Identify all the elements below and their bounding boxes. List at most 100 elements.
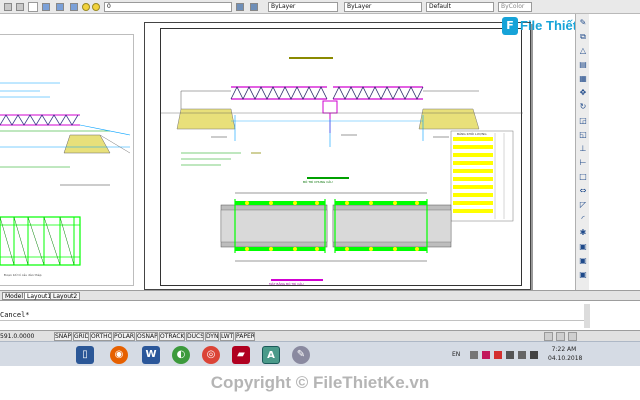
autocad-window: 0 ByLayer ByLayer Default ByColor Đoạn b… [0, 0, 640, 400]
left-embankment [0, 134, 131, 154]
layer-previous-icon[interactable] [42, 3, 50, 11]
left-truss [0, 114, 131, 136]
linetype-value: ByLayer [347, 3, 372, 10]
layer-tool-3-icon[interactable]: ▣ [578, 270, 588, 280]
system-clock[interactable]: 7:22 AM 04.10.2018 [548, 345, 582, 363]
left-sheet: Đoạn bố trí cầu dàn thép [0, 34, 134, 286]
grid-toggle[interactable]: GRID [73, 332, 89, 341]
offset-icon[interactable]: ▤ [578, 60, 588, 70]
dyn-toggle[interactable]: DYN [205, 332, 219, 341]
copy-icon[interactable]: ⧉ [578, 32, 588, 42]
color-value: ByLayer [271, 3, 296, 10]
layer-freeze-icon[interactable] [92, 3, 100, 11]
main-drawing [161, 57, 523, 281]
left-abutment [176, 90, 236, 130]
properties-toolbar: 0 ByLayer ByLayer Default ByColor [0, 0, 640, 14]
make-object-layer-icon[interactable] [236, 3, 244, 11]
color-dropdown[interactable]: ByLayer [268, 2, 338, 12]
lineweight-value: Default [429, 3, 451, 10]
layer-previous-2-icon[interactable] [250, 3, 258, 11]
drawing-frame: BỐ TRÍ CHUNG CẦU BẢNG KHỐI LƯỢNG MẶT BẰN… [160, 28, 523, 286]
stretch-icon[interactable]: ◱ [578, 130, 588, 140]
layer-dropdown[interactable]: 0 [104, 2, 232, 12]
tray-settings-icon[interactable] [556, 332, 565, 341]
left-sheet-drawing [0, 82, 131, 266]
make-current-icon[interactable] [56, 3, 64, 11]
array-icon[interactable]: ▦ [578, 74, 588, 84]
explode-icon[interactable]: ✱ [578, 228, 588, 238]
lineweight-dropdown[interactable]: Default [426, 2, 494, 12]
plan-view [220, 192, 452, 262]
trim-icon[interactable]: ⊥ [578, 144, 588, 154]
command-scrollbar[interactable] [584, 304, 590, 328]
chrome-icon[interactable]: ◎ [202, 346, 220, 364]
status-bar: 591.0.0000 SNAP GRID ORTHO POLAR OSNAP O… [0, 330, 640, 341]
tray-up-icon[interactable] [470, 351, 478, 359]
move-icon[interactable]: ✥ [578, 88, 588, 98]
osnap-toggle[interactable]: OSNAP [136, 332, 158, 341]
clean-screen-icon[interactable] [568, 332, 577, 341]
copyright-text: Copyright © FileThietKe.vn [210, 373, 430, 392]
drawing-canvas[interactable]: Đoạn bố trí cầu dàn thép BỐ TRÍ CHUNG CẦ… [0, 14, 575, 290]
paint-app-icon[interactable]: ✎ [292, 346, 310, 364]
scale-icon[interactable]: ◲ [578, 116, 588, 126]
tab-model[interactable]: Model [2, 292, 27, 300]
word-icon[interactable]: W [142, 346, 160, 364]
linetype-dropdown[interactable]: ByLayer [344, 2, 422, 12]
logo-text: File Thiết Kế.vn [520, 18, 575, 33]
left-plan-view [0, 216, 81, 266]
volume-icon[interactable] [530, 351, 538, 359]
table-note: BẢNG KHỐI LƯỢNG [457, 132, 487, 136]
otrack-toggle[interactable]: OTRACK [159, 332, 185, 341]
battery-icon[interactable] [518, 351, 526, 359]
command-input[interactable] [0, 320, 584, 329]
firefox-icon[interactable]: ◉ [110, 346, 128, 364]
tray-v-icon[interactable] [482, 351, 490, 359]
layout-tabs: Model Layout1 Layout2 [0, 290, 640, 300]
layer-toggle-field[interactable] [28, 2, 38, 12]
paper-toggle[interactable]: PAPER [235, 332, 255, 341]
left-sheet-note: Đoạn bố trí cầu dàn thép [4, 273, 42, 277]
network-icon[interactable] [506, 351, 514, 359]
quantity-table [450, 130, 514, 222]
lock-icon[interactable] [544, 332, 553, 341]
plotstyle-dropdown[interactable]: ByColor [498, 2, 532, 12]
mirror-icon[interactable]: △ [578, 46, 588, 56]
layer-tool-2-icon[interactable]: ▣ [578, 256, 588, 266]
erase-icon[interactable]: ✎ [578, 18, 588, 28]
right-blank-strip [589, 14, 640, 290]
layer-tool-1-icon[interactable]: ▣ [578, 242, 588, 252]
layer-manager-icon[interactable] [16, 3, 24, 11]
media-app-icon[interactable]: ▰ [232, 346, 250, 364]
footer: Copyright © FileThietKe.vn [0, 366, 640, 400]
rotate-icon[interactable]: ↻ [578, 102, 588, 112]
autocad-task-icon[interactable]: A [262, 346, 280, 364]
bottom-title: MẶT BẰNG BỐ TRÍ CẦU [269, 282, 304, 286]
clock-time: 7:22 AM [551, 346, 577, 353]
layer-value: 0 [107, 3, 111, 10]
bottom-title-bar [271, 279, 323, 281]
left-dimension-lines [0, 82, 110, 186]
tab-layout2[interactable]: Layout2 [50, 292, 81, 300]
app-green-icon[interactable]: ◐ [172, 346, 190, 364]
layer-match-icon[interactable] [70, 3, 78, 11]
layer-on-icon[interactable] [82, 3, 90, 11]
fillet-icon[interactable]: ◜ [578, 214, 588, 224]
ducs-toggle[interactable]: DUCS [186, 332, 204, 341]
truss-span-right [332, 86, 424, 100]
break-icon[interactable]: □ [578, 172, 588, 182]
layer-state-icon[interactable] [4, 3, 12, 11]
lwt-toggle[interactable]: LWT [220, 332, 234, 341]
elevation-title-bar [289, 57, 333, 59]
tray-app-icon[interactable] [494, 351, 502, 359]
polar-toggle[interactable]: POLAR [113, 332, 135, 341]
chamfer-icon[interactable]: ◸ [578, 200, 588, 210]
extend-icon[interactable]: ⊢ [578, 158, 588, 168]
file-explorer-icon[interactable]: ▯ [76, 346, 94, 364]
snap-toggle[interactable]: SNAP [54, 332, 72, 341]
join-icon[interactable]: ⇔ [578, 186, 588, 196]
language-indicator[interactable]: EN [452, 346, 460, 364]
right-abutment [418, 90, 480, 130]
ortho-toggle[interactable]: ORTHO [90, 332, 112, 341]
plotstyle-value: ByColor [501, 3, 525, 10]
